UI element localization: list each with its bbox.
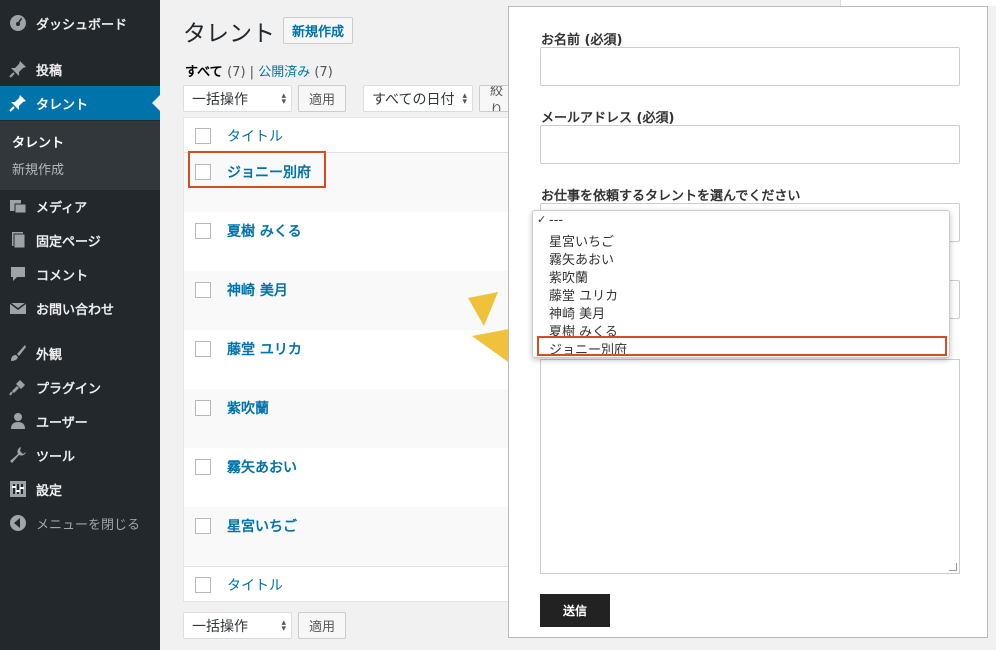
row-checkbox[interactable] [195,341,211,357]
sidebar-item-media[interactable]: メディア [0,189,160,223]
row-checkbox[interactable] [195,400,211,416]
submenu-item-add-new[interactable]: 新規作成 [12,159,64,178]
comment-icon [0,265,36,283]
sidebar-item-label: ユーザー [36,415,88,431]
sidebar-item-tools[interactable]: ツール [0,438,160,472]
resize-grip-icon[interactable] [949,563,957,571]
option-item[interactable]: 紫吹蘭 [549,267,588,286]
pin-icon [0,94,36,112]
email-label: メールアドレス (必須) [541,111,675,126]
plugin-icon [0,378,36,396]
sidebar-item-label: メニューを閉じる [36,517,141,533]
row-title-link[interactable]: 夏樹 みくる [227,221,302,241]
sidebar-item-appearance[interactable]: 外観 [0,336,160,370]
sidebar-item-label: 外観 [36,347,63,363]
filter-all-link[interactable]: すべて (7) [185,65,246,80]
user-icon [0,412,36,430]
mail-icon [0,299,36,317]
settings-icon [0,480,36,498]
sidebar-item-label: メディア [36,200,88,216]
date-filter-select[interactable]: すべての日付 ▴ ▾ [363,85,473,112]
table-header-row: タイトル [184,118,524,153]
table-row: 紫吹蘭 [184,389,524,448]
sidebar-item-label: お問い合わせ [36,302,115,318]
dashboard-icon [0,14,36,32]
select-arrows-icon: ▴ ▾ [281,91,286,107]
collapse-icon [0,514,36,532]
row-title-link[interactable]: 星宮いちご [227,516,297,536]
option-none[interactable]: --- [549,213,563,228]
table-row: 夏樹 みくる [184,212,524,271]
row-title-link[interactable]: 神崎 美月 [227,280,288,300]
row-checkbox[interactable] [195,459,211,475]
media-icon [0,197,36,215]
sidebar-item-label: 固定ページ [36,234,101,250]
select-arrows-icon: ▴ ▾ [462,91,467,107]
sidebar-item-plugins[interactable]: プラグイン [0,370,160,404]
table-footer-row: タイトル [184,566,524,602]
table-row: 星宮いちご [184,507,524,566]
check-icon: ✓ [537,213,547,226]
add-new-button[interactable]: 新規作成 [283,17,354,44]
column-title-footer[interactable]: タイトル [227,575,283,595]
row-checkbox[interactable] [195,518,211,534]
message-textarea[interactable] [540,359,960,574]
sidebar-collapse-menu[interactable]: メニューを閉じる [0,506,160,540]
sidebar-item-posts[interactable]: 投稿 [0,52,160,86]
sidebar-item-pages[interactable]: 固定ページ [0,223,160,257]
option-item[interactable]: 藤堂 ユリカ [549,285,618,304]
talent-dropdown-list: ✓ --- 星宮いちご 霧矢あおい 紫吹蘭 藤堂 ユリカ 神崎 美月 夏樹 みく… [532,210,950,358]
pin-icon [0,60,36,78]
sidebar-item-settings[interactable]: 設定 [0,472,160,506]
email-input[interactable] [540,125,960,164]
sidebar-item-users[interactable]: ユーザー [0,404,160,438]
sidebar-item-label: ツール [36,449,76,465]
submit-button[interactable]: 送信 [540,594,610,627]
status-filter-links: すべて (7) | 公開済み (7) [185,65,333,80]
row-checkbox[interactable] [195,282,211,298]
name-label: お名前 (必須) [541,33,623,48]
bulk-action-select-top[interactable]: 一括操作 ▴ ▾ [183,85,292,112]
select-all-checkbox[interactable] [195,128,211,144]
sidebar-submenu: タレント 新規作成 [0,121,160,190]
highlight-box [188,151,326,188]
apply-button-bottom[interactable]: 適用 [298,612,347,639]
option-item[interactable]: 霧矢あおい [549,249,614,268]
sidebar-item-dashboard[interactable]: ダッシュボード [0,6,160,40]
submenu-item-talent[interactable]: タレント [12,132,64,151]
sidebar-item-contact[interactable]: お問い合わせ [0,291,160,325]
page-icon [0,231,36,249]
name-input[interactable] [540,47,960,86]
talent-select-label: お仕事を依頼するタレントを選んでください [541,189,801,204]
sidebar-item-label: 投稿 [36,63,63,79]
select-all-checkbox[interactable] [195,577,211,593]
row-title-link[interactable]: 紫吹蘭 [227,398,269,418]
row-title-link[interactable]: 霧矢あおい [227,457,297,477]
sidebar-item-talent[interactable]: タレント [0,86,160,120]
bulk-action-select-bottom[interactable]: 一括操作 ▴ ▾ [183,612,292,639]
sidebar-item-comments[interactable]: コメント [0,257,160,291]
option-item[interactable]: 神崎 美月 [549,303,605,322]
row-checkbox[interactable] [195,223,211,239]
column-title-header[interactable]: タイトル [227,126,283,146]
row-title-link[interactable]: 藤堂 ユリカ [227,339,302,359]
filter-published-link[interactable]: 公開済み (7) [258,65,333,80]
option-highlight-box [537,336,947,356]
select-arrows-icon: ▴ ▾ [281,618,286,634]
page-title: タレント [183,21,275,47]
sidebar-item-label: タレント [36,97,89,113]
sidebar-item-label: ダッシュボード [36,17,128,33]
table-row: 霧矢あおい [184,448,524,507]
brush-icon [0,344,36,362]
sidebar-item-label: プラグイン [36,381,102,397]
option-item[interactable]: 星宮いちご [549,231,614,250]
wrench-icon [0,446,36,464]
sidebar-item-label: 設定 [36,483,63,499]
sidebar-item-label: コメント [36,268,89,284]
apply-button-top[interactable]: 適用 [298,85,347,112]
admin-sidebar: ダッシュボード 投稿 タレント タレント 新規作成 メディア 固定ページ コメン… [0,0,160,650]
